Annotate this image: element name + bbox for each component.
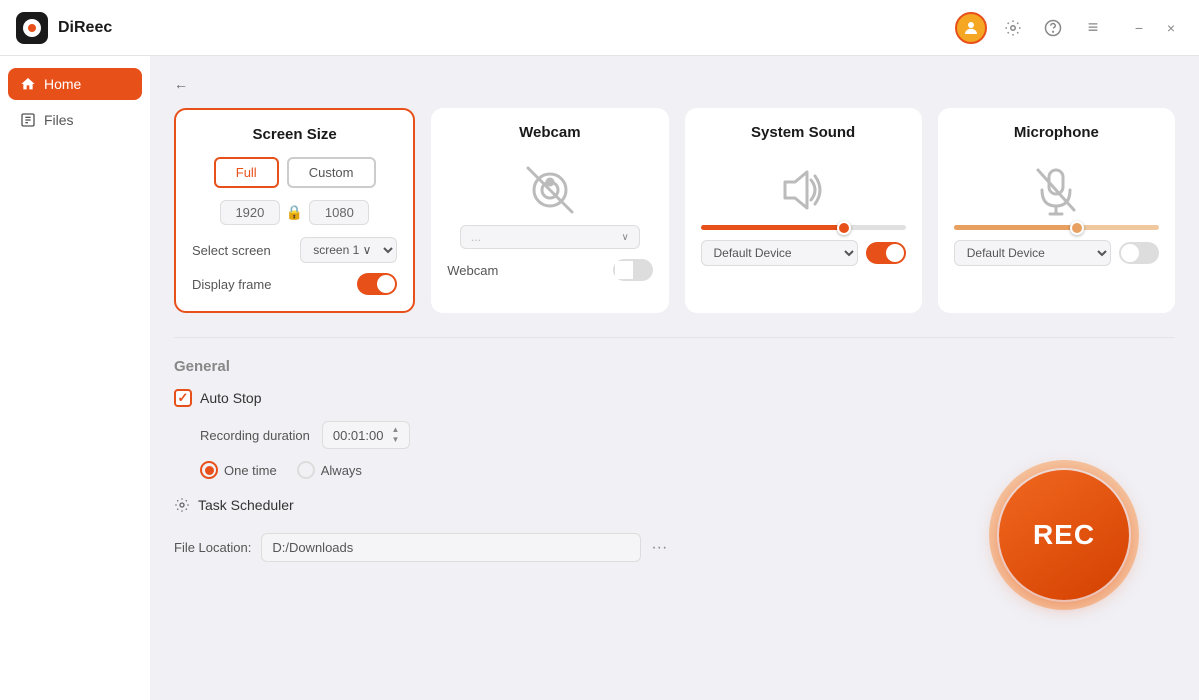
system-sound-icon-area <box>701 155 906 225</box>
minimize-button[interactable]: − <box>1127 16 1151 40</box>
system-sound-device-row: Default Device <box>701 240 906 266</box>
menu-icon[interactable]: ≡ <box>1079 14 1107 42</box>
recording-duration-row: Recording duration 00:01:00 ▲ ▼ <box>174 421 1175 449</box>
full-size-button[interactable]: Full <box>214 157 279 188</box>
microphone-icon-area <box>954 155 1159 225</box>
system-sound-slider[interactable] <box>701 225 906 230</box>
webcam-title: Webcam <box>447 124 652 141</box>
screen-size-card: Screen Size Full Custom 1920 🔒 1080 Sele… <box>174 108 415 313</box>
system-sound-device-select[interactable]: Default Device <box>701 240 858 266</box>
resolution-row: 1920 🔒 1080 <box>192 200 397 225</box>
height-input[interactable]: 1080 <box>309 200 369 225</box>
rec-outer-ring: REC <box>989 460 1139 610</box>
content-area: ← Screen Size Full Custom 1920 🔒 1080 Se… <box>150 56 1199 700</box>
microphone-device-row: Default Device <box>954 240 1159 266</box>
microphone-device-select[interactable]: Default Device <box>954 240 1111 266</box>
lock-icon: 🔒 <box>286 204 303 221</box>
file-path-display: D:/Downloads <box>261 533 641 562</box>
recording-duration-label: Recording duration <box>200 428 310 443</box>
duration-spinners[interactable]: ▲ ▼ <box>391 426 399 444</box>
avatar-icon[interactable] <box>955 12 987 44</box>
app-logo <box>16 12 48 44</box>
recording-duration-input[interactable]: 00:01:00 ▲ ▼ <box>322 421 411 449</box>
window-controls: − × <box>1127 16 1183 40</box>
auto-stop-label: Auto Stop <box>200 390 262 406</box>
webcam-dropdown-row: ... ∨ <box>447 225 652 249</box>
microphone-icon <box>1026 160 1086 220</box>
system-sound-toggle[interactable] <box>866 242 906 264</box>
titlebar: DiReec ≡ − × <box>0 0 1199 56</box>
speaker-icon <box>773 160 833 220</box>
duration-up[interactable]: ▲ <box>391 426 399 434</box>
size-buttons: Full Custom <box>192 157 397 188</box>
radio-one-time[interactable]: One time <box>200 461 277 479</box>
rec-button-area: REC <box>989 460 1139 610</box>
display-frame-row: Display frame <box>192 273 397 295</box>
rec-button[interactable]: REC <box>999 470 1129 600</box>
duration-down[interactable]: ▼ <box>391 436 399 444</box>
microphone-title: Microphone <box>954 124 1159 141</box>
webcam-icon <box>520 160 580 220</box>
sidebar: Home Files <box>0 56 150 700</box>
back-button[interactable]: ← <box>174 76 188 92</box>
webcam-icon-area <box>447 155 652 225</box>
main-layout: Home Files ← Screen Size Full Custom 192… <box>0 56 1199 700</box>
select-screen-row: Select screen screen 1 ∨ <box>192 237 397 263</box>
system-sound-card: System Sound Default De <box>685 108 922 313</box>
file-browse-button[interactable]: ··· <box>651 539 667 557</box>
system-sound-title: System Sound <box>701 124 906 141</box>
radio-one-time-circle <box>200 461 218 479</box>
titlebar-actions: ≡ − × <box>955 12 1183 44</box>
webcam-toggle[interactable] <box>613 259 653 281</box>
auto-stop-row: ✓ Auto Stop <box>174 389 1175 407</box>
radio-always-circle <box>297 461 315 479</box>
webcam-toggle-row: Webcam <box>447 259 652 281</box>
custom-size-button[interactable]: Custom <box>287 157 376 188</box>
cards-row: Screen Size Full Custom 1920 🔒 1080 Sele… <box>174 108 1175 313</box>
sidebar-item-home[interactable]: Home <box>8 68 142 100</box>
help-icon[interactable] <box>1039 14 1067 42</box>
screen-select[interactable]: screen 1 ∨ <box>300 237 397 263</box>
microphone-toggle[interactable] <box>1119 242 1159 264</box>
screen-size-title: Screen Size <box>192 126 397 143</box>
app-title: DiReec <box>58 19 112 37</box>
task-scheduler-icon <box>174 497 190 513</box>
divider <box>174 337 1175 338</box>
display-frame-toggle[interactable] <box>357 273 397 295</box>
close-button[interactable]: × <box>1159 16 1183 40</box>
webcam-card: Webcam ... ∨ Webcam <box>431 108 668 313</box>
microphone-card: Microphone <box>938 108 1175 313</box>
width-input[interactable]: 1920 <box>220 200 280 225</box>
microphone-slider[interactable] <box>954 225 1159 230</box>
radio-always[interactable]: Always <box>297 461 362 479</box>
sidebar-item-files[interactable]: Files <box>8 104 142 136</box>
auto-stop-checkbox[interactable]: ✓ <box>174 389 192 407</box>
settings-icon[interactable] <box>999 14 1027 42</box>
general-label: General <box>174 358 1175 375</box>
